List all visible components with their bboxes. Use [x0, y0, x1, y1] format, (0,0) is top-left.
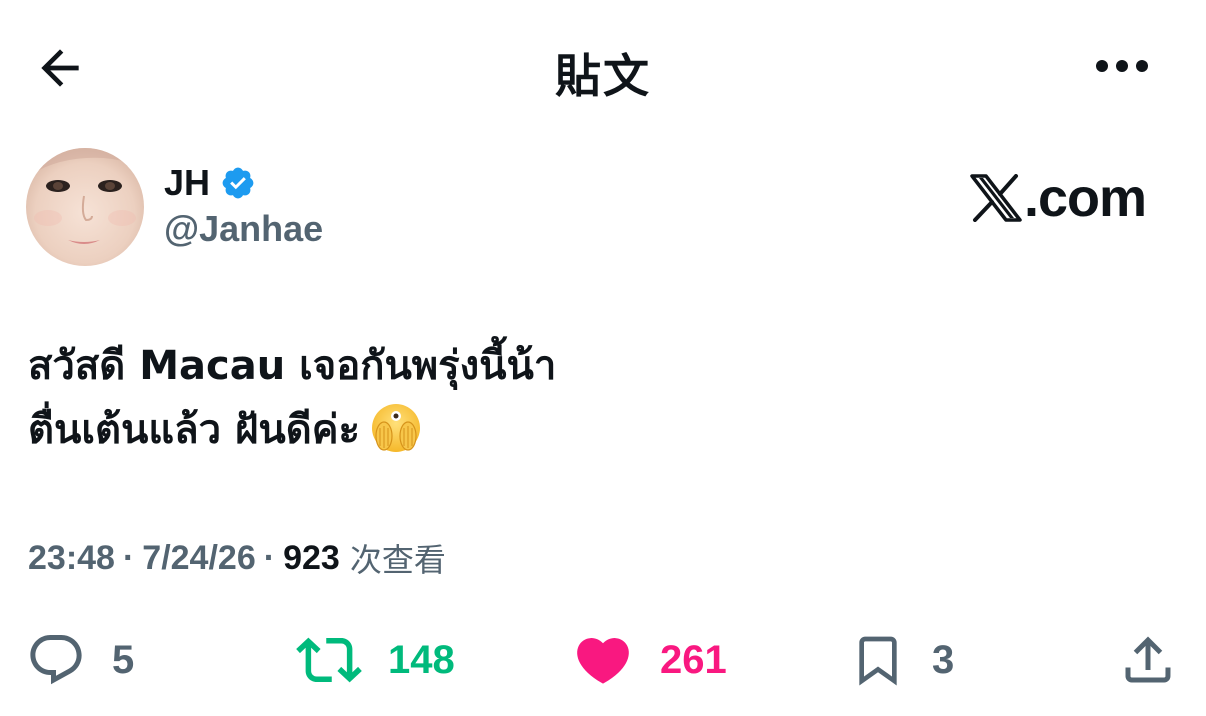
tweet-meta: 23:48 · 7/24/26 · 923 次查看	[28, 534, 446, 582]
repost-button[interactable]: 148	[296, 620, 455, 700]
page-title: 貼文	[555, 49, 651, 103]
more-horizontal-icon	[1096, 60, 1148, 72]
top-nav-bar: 貼文	[0, 0, 1206, 130]
watermark-text: .com	[1024, 168, 1147, 228]
author-name-row: JH	[164, 160, 256, 206]
like-button[interactable]: 261	[572, 620, 727, 700]
repost-count: 148	[388, 637, 455, 682]
reply-count: 5	[112, 637, 135, 682]
tweet-line-2-wrap: ตื่นเต้นแล้ว ฝันดีค่ะ	[28, 398, 1128, 462]
meta-separator-2: ·	[263, 538, 276, 577]
views-count[interactable]: 923	[283, 539, 340, 578]
tweet-time[interactable]: 23:48	[28, 539, 115, 578]
views-label: 次查看	[349, 541, 446, 579]
tweet-text: สวัสดี Macau เจอกันพรุ่งนี้น้า ตื่นเต้นแ…	[28, 334, 1128, 462]
author-name[interactable]: JH	[164, 162, 210, 204]
x-com-watermark: .com	[970, 168, 1147, 228]
author-handle[interactable]: @Janhae	[164, 208, 323, 250]
avatar-photo	[26, 148, 144, 266]
bookmark-button[interactable]: 3	[850, 620, 954, 700]
tweet-line-1: สวัสดี Macau เจอกันพรุ่งนี้น้า	[28, 343, 557, 389]
verified-badge-icon[interactable]	[220, 165, 256, 201]
more-options-button[interactable]	[1090, 44, 1154, 88]
heart-filled-icon	[577, 638, 629, 684]
meta-separator-1: ·	[122, 538, 135, 577]
like-count: 261	[660, 637, 727, 682]
reply-button[interactable]: 5	[26, 620, 134, 700]
avatar[interactable]	[26, 148, 144, 266]
bookmark-count: 3	[932, 637, 955, 682]
repost-icon	[296, 637, 362, 683]
x-logo-icon	[970, 174, 1022, 222]
share-button[interactable]	[1118, 620, 1178, 700]
face-with-open-eyes-and-hand-over-mouth-icon	[372, 404, 420, 452]
tweet-date[interactable]: 7/24/26	[142, 539, 255, 578]
bookmark-icon	[859, 636, 897, 686]
tweet-line-2: ตื่นเต้นแล้ว ฝันดีค่ะ	[28, 407, 360, 453]
reply-icon	[30, 635, 82, 685]
share-icon	[1125, 636, 1171, 683]
action-bar: 5 148 261 3	[0, 620, 1206, 700]
